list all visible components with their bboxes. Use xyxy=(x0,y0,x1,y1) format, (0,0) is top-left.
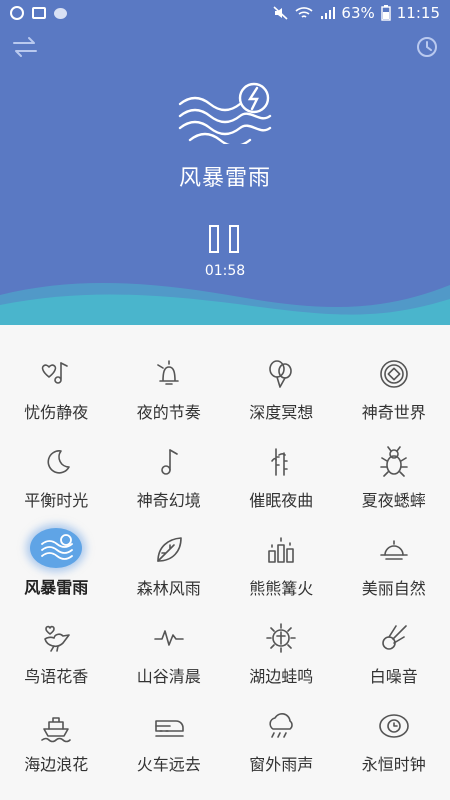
sound-label: 夜的节奏 xyxy=(136,403,201,422)
status-bar: 63% 11:15 xyxy=(0,0,450,26)
rain-cloud-icon xyxy=(258,707,304,745)
sound-item[interactable]: 深度冥想 xyxy=(225,335,338,423)
sound-item[interactable]: 海边浪花 xyxy=(0,687,113,775)
candles-icon xyxy=(258,531,304,569)
bird-icon xyxy=(33,619,79,657)
sound-label: 白噪音 xyxy=(369,667,418,686)
sound-item[interactable]: 催眠夜曲 xyxy=(225,423,338,511)
sound-item[interactable]: 鸟语花香 xyxy=(0,599,113,687)
leaf-icon xyxy=(146,531,192,569)
battery-icon xyxy=(381,5,391,21)
sound-label: 熊熊篝火 xyxy=(249,579,314,598)
wifi-icon xyxy=(295,7,313,18)
bell-icon xyxy=(146,355,192,393)
sound-item[interactable]: 夜的节奏 xyxy=(113,335,226,423)
sound-item[interactable]: 永恒时钟 xyxy=(338,687,450,775)
sound-label: 平衡时光 xyxy=(24,491,89,510)
switch-icon[interactable] xyxy=(12,36,38,58)
bamboo-icon xyxy=(258,443,304,481)
sound-label: 湖边蛙鸣 xyxy=(249,667,314,686)
sound-label: 风暴雷雨 xyxy=(24,578,89,597)
sunset-icon xyxy=(371,531,417,569)
sound-label: 美丽自然 xyxy=(361,579,426,598)
signal-icon xyxy=(321,7,336,19)
sound-item[interactable]: 忧伤静夜 xyxy=(0,335,113,423)
moon-icon xyxy=(33,443,79,481)
balloons-icon xyxy=(258,355,304,393)
sound-label: 神奇世界 xyxy=(361,403,426,422)
clock-time: 11:15 xyxy=(396,4,440,22)
wave-decoration xyxy=(0,282,450,325)
sound-item[interactable]: 窗外雨声 xyxy=(225,687,338,775)
clock-orbit-icon xyxy=(371,707,417,745)
sound-item[interactable]: 风暴雷雨 xyxy=(0,511,113,599)
sound-label: 火车远去 xyxy=(136,755,201,774)
sound-label: 山谷清晨 xyxy=(136,667,201,686)
sound-item[interactable]: 美丽自然 xyxy=(338,511,450,599)
sound-grid: 忧伤静夜 夜的节奏 深度冥想 神奇世界平衡时光 神奇幻境 催眠夜曲 夏夜蟋蟀风暴雷雨 森林风雨… xyxy=(0,335,450,775)
sound-item[interactable]: 山谷清晨 xyxy=(113,599,226,687)
pause-button[interactable] xyxy=(209,225,241,255)
bug-icon xyxy=(371,443,417,481)
mute-icon xyxy=(273,6,288,20)
sound-label: 夏夜蟋蟀 xyxy=(361,491,426,510)
pulse-icon xyxy=(146,619,192,657)
battery-percent: 63% xyxy=(341,4,375,22)
sound-item[interactable]: 平衡时光 xyxy=(0,423,113,511)
sound-label: 窗外雨声 xyxy=(249,755,314,774)
sun-icon xyxy=(258,619,304,657)
train-icon xyxy=(146,707,192,745)
sound-label: 神奇幻境 xyxy=(136,491,201,510)
storm-wave-icon xyxy=(30,528,83,568)
track-title: 风暴雷雨 xyxy=(178,166,271,191)
coin-icon xyxy=(371,355,417,393)
sound-item[interactable]: 神奇世界 xyxy=(338,335,450,423)
notification-icon xyxy=(10,6,24,20)
ship-icon xyxy=(33,707,79,745)
sound-label: 森林风雨 xyxy=(136,579,201,598)
storm-wave-icon xyxy=(178,82,272,144)
heart-note-icon xyxy=(33,355,79,393)
sound-item[interactable]: 火车远去 xyxy=(113,687,226,775)
sound-label: 深度冥想 xyxy=(249,403,314,422)
sound-label: 忧伤静夜 xyxy=(24,403,89,422)
player-header: 63% 11:15 风暴雷雨 01:58 xyxy=(0,0,450,325)
sound-label: 催眠夜曲 xyxy=(249,491,314,510)
timer-icon[interactable] xyxy=(414,36,440,58)
sound-item[interactable]: 白噪音 xyxy=(338,599,450,687)
comet-icon xyxy=(371,619,417,657)
sound-label: 鸟语花香 xyxy=(24,667,89,686)
sound-item[interactable]: 湖边蛙鸣 xyxy=(225,599,338,687)
music-note-icon xyxy=(146,443,192,481)
sound-item[interactable]: 熊熊篝火 xyxy=(225,511,338,599)
image-icon xyxy=(32,7,46,19)
sound-item[interactable]: 神奇幻境 xyxy=(113,423,226,511)
sound-label: 海边浪花 xyxy=(24,755,89,774)
sound-item[interactable]: 森林风雨 xyxy=(113,511,226,599)
sound-item[interactable]: 夏夜蟋蟀 xyxy=(338,423,450,511)
app-icon xyxy=(54,7,67,19)
sound-label: 永恒时钟 xyxy=(361,755,426,774)
